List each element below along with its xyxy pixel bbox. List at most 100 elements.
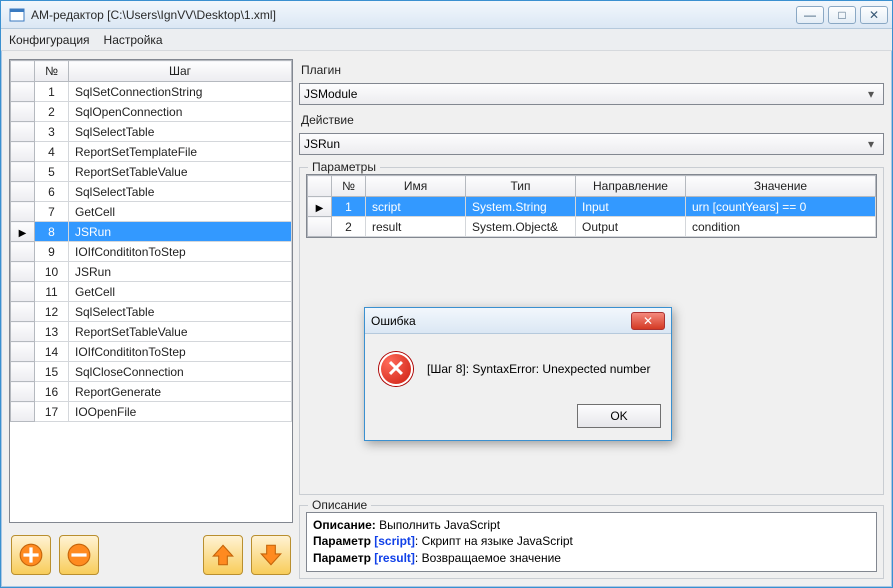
table-row[interactable]: 15SqlCloseConnection — [11, 362, 292, 382]
row-pointer-icon: ▶ — [19, 228, 27, 239]
param-type: System.String — [466, 197, 576, 217]
plugin-label: Плагин — [301, 63, 884, 77]
table-row[interactable]: 6SqlSelectTable — [11, 182, 292, 202]
minimize-icon: — — [804, 8, 816, 22]
step-name: SqlSelectTable — [69, 182, 292, 202]
table-row[interactable]: 1SqlSetConnectionString — [11, 82, 292, 102]
step-name: SqlOpenConnection — [69, 102, 292, 122]
step-name: IOOpenFile — [69, 402, 292, 422]
row-header: ▶ — [11, 222, 35, 242]
param-name: result — [366, 217, 466, 237]
step-number: 1 — [35, 82, 69, 102]
move-up-button[interactable] — [203, 535, 243, 575]
table-row[interactable]: 4ReportSetTemplateFile — [11, 142, 292, 162]
params-header-direction[interactable]: Направление — [576, 176, 686, 197]
params-header-type[interactable]: Тип — [466, 176, 576, 197]
plugin-combo[interactable]: JSModule ▾ — [299, 83, 884, 105]
maximize-button[interactable]: □ — [828, 6, 856, 24]
step-name: IOIfCondititonToStep — [69, 242, 292, 262]
description-line: Параметр [script]: Скрипт на языке JavaS… — [313, 533, 870, 550]
window-title: АМ-редактор [C:\Users\IgnVV\Desktop\1.xm… — [31, 8, 796, 22]
left-column: № Шаг 1SqlSetConnectionString2SqlOpenCon… — [9, 59, 293, 579]
dialog-footer: OK — [365, 396, 671, 440]
add-icon — [18, 542, 44, 568]
table-row[interactable]: 2resultSystem.Object&Outputcondition — [308, 217, 876, 237]
app-icon — [9, 7, 25, 23]
step-name: GetCell — [69, 202, 292, 222]
close-icon: ✕ — [869, 8, 879, 22]
table-row[interactable]: 12SqlSelectTable — [11, 302, 292, 322]
menubar: Конфигурация Настройка — [1, 29, 892, 51]
table-row[interactable]: 14IOIfCondititonToStep — [11, 342, 292, 362]
params-grid[interactable]: № Имя Тип Направление Значение ▶1scriptS… — [306, 174, 877, 238]
titlebar[interactable]: АМ-редактор [C:\Users\IgnVV\Desktop\1.xm… — [1, 1, 892, 29]
params-header-num[interactable]: № — [332, 176, 366, 197]
table-row[interactable]: 5ReportSetTableValue — [11, 162, 292, 182]
table-row[interactable]: ▶1scriptSystem.StringInputurn [countYear… — [308, 197, 876, 217]
ok-button[interactable]: OK — [577, 404, 661, 428]
action-combo[interactable]: JSRun ▾ — [299, 133, 884, 155]
step-name: GetCell — [69, 282, 292, 302]
params-header-name[interactable]: Имя — [366, 176, 466, 197]
close-button[interactable]: ✕ — [860, 6, 888, 24]
move-down-button[interactable] — [251, 535, 291, 575]
action-label: Действие — [301, 113, 884, 127]
steps-grid[interactable]: № Шаг 1SqlSetConnectionString2SqlOpenCon… — [9, 59, 293, 523]
table-row[interactable]: 17IOOpenFile — [11, 402, 292, 422]
step-number: 10 — [35, 262, 69, 282]
step-name: SqlCloseConnection — [69, 362, 292, 382]
params-corner-header — [308, 176, 332, 197]
window-buttons: — □ ✕ — [796, 6, 888, 24]
table-row[interactable]: 10JSRun — [11, 262, 292, 282]
row-header — [11, 362, 35, 382]
close-icon: ✕ — [643, 314, 653, 328]
row-header — [11, 242, 35, 262]
table-row[interactable]: 3SqlSelectTable — [11, 122, 292, 142]
steps-corner-header — [11, 61, 35, 82]
dialog-message: [Шаг 8]: SyntaxError: Unexpected number — [427, 362, 650, 376]
table-row[interactable]: 16ReportGenerate — [11, 382, 292, 402]
app-window: АМ-редактор [C:\Users\IgnVV\Desktop\1.xm… — [0, 0, 893, 588]
maximize-icon: □ — [838, 8, 845, 22]
params-header-value[interactable]: Значение — [686, 176, 876, 197]
menu-config[interactable]: Конфигурация — [9, 33, 90, 47]
up-icon — [210, 542, 236, 568]
step-name: ReportSetTemplateFile — [69, 142, 292, 162]
table-row[interactable]: ▶ 8JSRun — [11, 222, 292, 242]
step-number: 17 — [35, 402, 69, 422]
steps-header-step[interactable]: Шаг — [69, 61, 292, 82]
dialog-close-button[interactable]: ✕ — [631, 312, 665, 330]
param-direction: Output — [576, 217, 686, 237]
step-number: 8 — [35, 222, 69, 242]
add-step-button[interactable] — [11, 535, 51, 575]
step-name: JSRun — [69, 222, 292, 242]
row-header — [11, 322, 35, 342]
table-row[interactable]: 11GetCell — [11, 282, 292, 302]
row-header — [11, 182, 35, 202]
table-row[interactable]: 7GetCell — [11, 202, 292, 222]
step-number: 4 — [35, 142, 69, 162]
row-header — [11, 342, 35, 362]
description-group: Описание Описание: Выполнить JavaScript … — [299, 505, 884, 579]
table-row[interactable]: 13ReportSetTableValue — [11, 322, 292, 342]
step-name: SqlSetConnectionString — [69, 82, 292, 102]
param-name: script — [366, 197, 466, 217]
table-row[interactable]: 9IOIfCondititonToStep — [11, 242, 292, 262]
table-row[interactable]: 2SqlOpenConnection — [11, 102, 292, 122]
step-name: ReportGenerate — [69, 382, 292, 402]
description-group-title: Описание — [308, 498, 371, 512]
remove-step-button[interactable] — [59, 535, 99, 575]
row-header — [11, 102, 35, 122]
steps-toolbar — [9, 531, 293, 579]
dialog-titlebar[interactable]: Ошибка ✕ — [365, 308, 671, 334]
step-number: 14 — [35, 342, 69, 362]
step-number: 15 — [35, 362, 69, 382]
params-group-title: Параметры — [308, 160, 380, 174]
row-header — [308, 217, 332, 237]
menu-settings[interactable]: Настройка — [104, 33, 163, 47]
step-number: 5 — [35, 162, 69, 182]
param-number: 2 — [332, 217, 366, 237]
steps-header-num[interactable]: № — [35, 61, 69, 82]
chevron-down-icon: ▾ — [863, 87, 879, 101]
minimize-button[interactable]: — — [796, 6, 824, 24]
